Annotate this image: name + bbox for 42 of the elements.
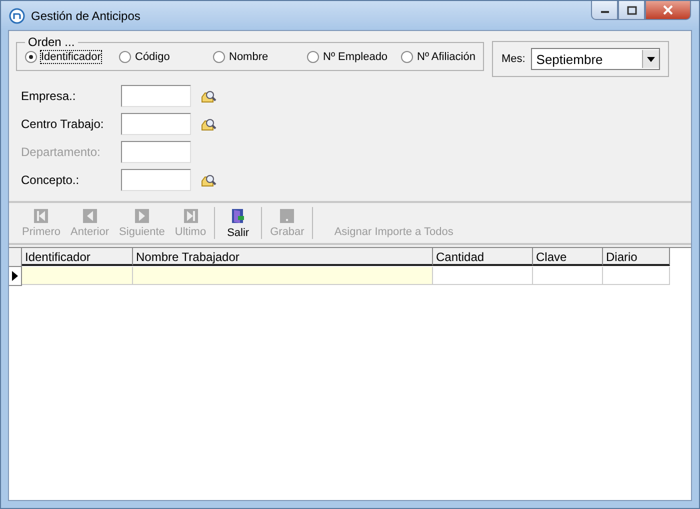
month-dropdown[interactable]: Septiembre bbox=[531, 48, 660, 70]
search-icon[interactable] bbox=[201, 172, 217, 188]
table-cell[interactable] bbox=[603, 267, 670, 285]
row-indicator[interactable] bbox=[9, 267, 22, 286]
field-label: Departamento: bbox=[21, 145, 102, 159]
column-header[interactable]: Diario bbox=[603, 248, 670, 266]
search-icon[interactable] bbox=[201, 88, 217, 104]
radio-option[interactable]: Código bbox=[119, 51, 213, 63]
field-label: Concepto.: bbox=[21, 173, 80, 187]
column-header[interactable]: Nombre Trabajador bbox=[133, 248, 433, 266]
input-field[interactable] bbox=[121, 85, 191, 107]
input-field[interactable] bbox=[121, 169, 191, 191]
close-icon bbox=[662, 5, 674, 15]
current-row-icon bbox=[12, 271, 18, 281]
maximize-button[interactable] bbox=[618, 1, 645, 20]
table-cell[interactable] bbox=[533, 267, 603, 285]
input-field[interactable] bbox=[121, 113, 191, 135]
column-header[interactable]: Cantidad bbox=[433, 248, 533, 266]
field-label: Empresa.: bbox=[21, 89, 77, 103]
toolbar-button[interactable]: Salir bbox=[218, 208, 258, 238]
radio-option[interactable]: Nombre bbox=[213, 51, 307, 63]
column-header[interactable]: Identificador bbox=[22, 248, 133, 266]
close-button[interactable] bbox=[645, 1, 691, 20]
table-cell[interactable] bbox=[22, 267, 133, 285]
table-cell[interactable] bbox=[433, 267, 533, 285]
app-icon bbox=[9, 8, 25, 24]
radio-option[interactable]: Nº Empleado bbox=[307, 51, 401, 63]
search-icon[interactable] bbox=[201, 116, 217, 132]
table-cell[interactable] bbox=[133, 267, 433, 285]
maximize-icon bbox=[626, 6, 636, 14]
group-legend: Orden ... bbox=[25, 35, 78, 49]
dropdown-arrow-icon bbox=[647, 56, 656, 62]
radio-option[interactable]: Identificador bbox=[25, 51, 119, 63]
field-label: Centro Trabajo: bbox=[21, 117, 105, 131]
minimize-button[interactable] bbox=[591, 1, 618, 20]
nav-arrow-icon bbox=[34, 208, 48, 222]
month-label: Mes: bbox=[501, 53, 526, 65]
radio-option[interactable]: Nº Afiliación bbox=[401, 51, 476, 63]
window-title: Gestión de Anticipos bbox=[31, 8, 140, 22]
column-header[interactable]: Clave bbox=[533, 248, 603, 266]
nav-arrow-icon bbox=[184, 208, 198, 222]
door-icon bbox=[231, 208, 246, 224]
